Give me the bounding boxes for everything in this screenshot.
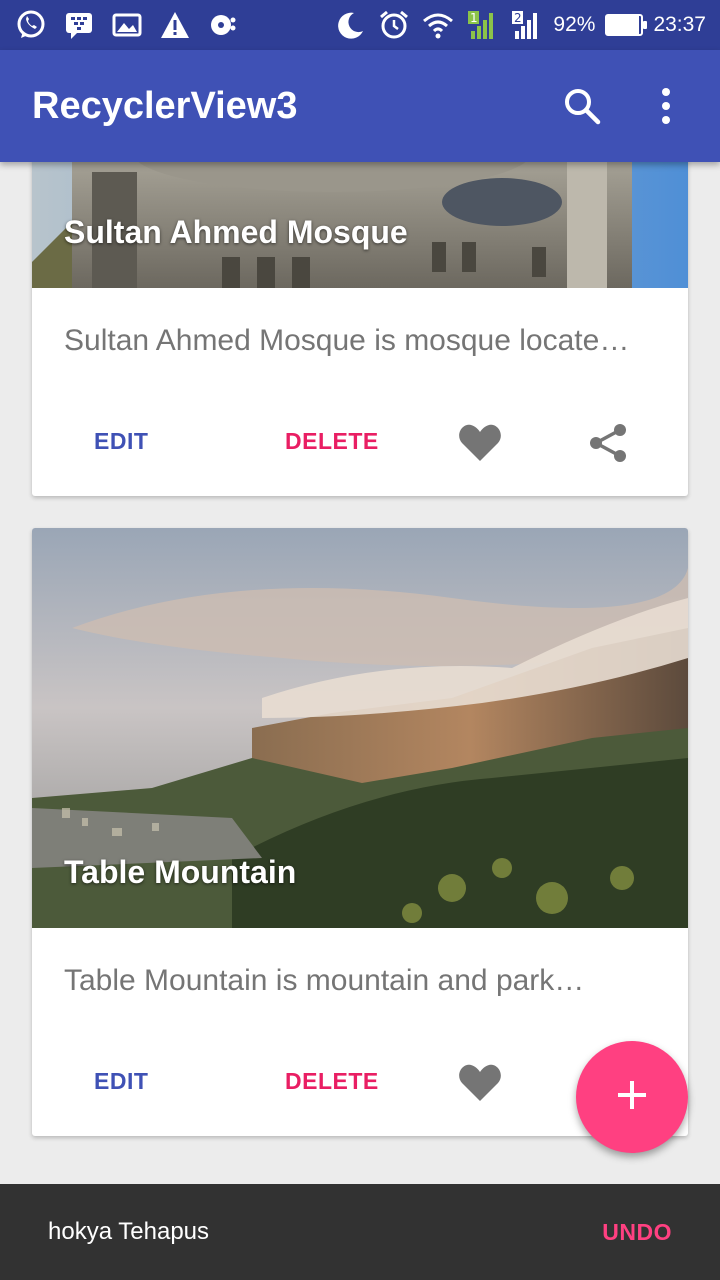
edit-button[interactable]: EDIT [94, 428, 148, 455]
snackbar: hokya Tehapus UNDO [0, 1184, 720, 1280]
wifi-icon [421, 8, 455, 42]
moon-icon [333, 8, 367, 42]
battery-level [607, 16, 639, 34]
card-sultan-ahmed-mosque[interactable]: Sultan Ahmed Mosque Sultan Ahmed Mosque … [32, 162, 688, 496]
sync-icon [206, 8, 240, 42]
add-icon [616, 1079, 648, 1116]
signal-icon: 2 [509, 8, 543, 42]
app-bar: RecyclerView3 [0, 50, 720, 162]
battery-icon [605, 14, 648, 36]
search-icon[interactable] [560, 84, 604, 128]
card-image: Sultan Ahmed Mosque [32, 162, 688, 288]
bbm-icon [62, 8, 96, 42]
status-bar: 1 2 92% 23:37 [0, 0, 720, 50]
alarm-icon [377, 8, 411, 42]
warning-icon [158, 8, 192, 42]
card-title: Table Mountain [64, 854, 297, 890]
recycler-list[interactable]: Sultan Ahmed Mosque Sultan Ahmed Mosque … [0, 162, 720, 1184]
battery-percent: 92% [553, 13, 596, 36]
whatsapp-icon [14, 8, 48, 42]
heart-icon[interactable] [457, 420, 503, 466]
share-icon[interactable] [585, 420, 631, 466]
gallery-icon [110, 8, 144, 42]
heart-icon[interactable] [457, 1060, 503, 1106]
clock: 23:37 [653, 13, 706, 36]
card-description: Sultan Ahmed Mosque is mosque locate… [64, 324, 630, 357]
svg-text:1: 1 [470, 11, 478, 25]
card-description: Table Mountain is mountain and park… [64, 964, 585, 997]
card-actions: EDIT DELETE [32, 398, 688, 496]
snackbar-message: hokya Tehapus [48, 1218, 210, 1245]
delete-button[interactable]: DELETE [285, 1068, 379, 1095]
card-title: Sultan Ahmed Mosque [64, 214, 408, 250]
delete-button[interactable]: DELETE [285, 428, 379, 455]
edit-button[interactable]: EDIT [94, 1068, 148, 1095]
card-table-mountain[interactable]: Table Mountain Table Mountain is mountai… [32, 528, 688, 1136]
more-vert-icon[interactable] [644, 84, 688, 128]
add-fab-button[interactable] [576, 1041, 688, 1153]
card-image: Table Mountain [32, 528, 688, 928]
signal-icon: 1 [465, 8, 499, 42]
undo-button[interactable]: UNDO [602, 1219, 672, 1246]
app-title: RecyclerView3 [32, 84, 298, 127]
svg-text:2: 2 [514, 11, 522, 25]
